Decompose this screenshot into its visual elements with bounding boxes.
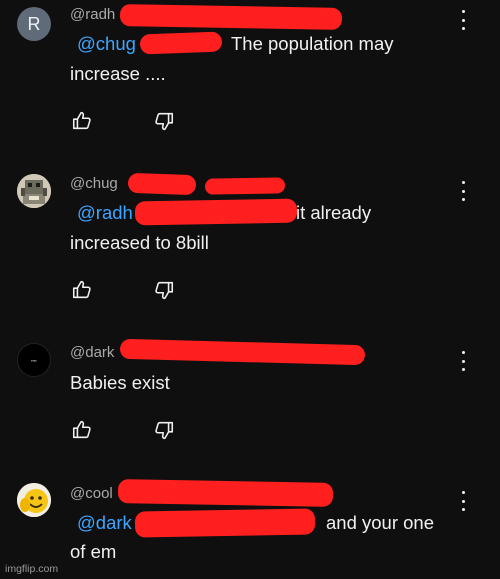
like-button[interactable]	[71, 419, 95, 443]
thumbs-up-icon	[72, 280, 91, 299]
avatar[interactable]	[17, 174, 51, 208]
more-options-button[interactable]	[455, 351, 471, 371]
comment-author-handle[interactable]: @dark	[70, 344, 114, 361]
avatar[interactable]: ▪▪▪▪	[17, 343, 51, 377]
dislike-button[interactable]	[153, 110, 177, 134]
redaction-mark	[134, 508, 316, 538]
mention-link[interactable]: @radh	[77, 202, 133, 223]
more-vertical-icon	[461, 491, 465, 494]
smiling-emoji-icon	[17, 483, 51, 517]
redaction-mark	[134, 198, 298, 226]
redaction-mark	[204, 177, 286, 195]
comment-text-line-2: increased to 8bill	[70, 232, 209, 253]
like-button[interactable]	[71, 279, 95, 303]
dislike-button[interactable]	[153, 279, 177, 303]
more-vertical-icon	[461, 181, 465, 184]
comment-text-continuation: it already	[296, 202, 372, 223]
avatar[interactable]	[17, 483, 51, 517]
more-vertical-icon	[461, 351, 465, 354]
comment-thread: R @radh @chug The population may increas…	[0, 0, 500, 579]
thumbs-down-icon	[155, 421, 174, 440]
watermark: imgflip.com	[5, 563, 59, 575]
pixel-art-avatar-icon	[17, 174, 51, 208]
avatar-letter: R	[27, 13, 41, 34]
comment-text-line-1: Babies exist	[70, 372, 170, 393]
more-options-button[interactable]	[455, 10, 471, 30]
comment-text-line-1: @chug	[70, 29, 136, 58]
avatar[interactable]: R	[17, 7, 51, 41]
more-options-button[interactable]	[455, 491, 471, 511]
redaction-mark	[119, 4, 343, 30]
comment-text-line-1: @dark	[70, 508, 132, 537]
dislike-button[interactable]	[153, 419, 177, 443]
comment-text-continuation: and your one	[326, 512, 435, 533]
mention-link[interactable]: @dark	[77, 512, 132, 533]
comment-text-continuation: The population may	[231, 33, 394, 54]
more-vertical-icon	[461, 10, 465, 13]
comment-author-handle[interactable]: @cool	[70, 485, 113, 502]
comment-author-handle[interactable]: @chug	[70, 175, 118, 192]
redaction-mark	[119, 338, 366, 366]
comment-author-handle[interactable]: @radh	[70, 6, 115, 23]
avatar-logo-mark: ▪▪▪▪	[31, 357, 37, 363]
comment-text-line-2: increase ....	[70, 63, 166, 84]
like-button[interactable]	[71, 110, 95, 134]
comment-text-line-2: of em	[70, 541, 117, 562]
more-options-button[interactable]	[455, 181, 471, 201]
redaction-mark	[139, 31, 223, 55]
thumbs-up-icon	[72, 420, 91, 439]
thumbs-up-icon	[72, 111, 91, 130]
comment-text-line-1: @radh	[70, 198, 133, 227]
mention-link[interactable]: @chug	[77, 33, 136, 54]
redaction-mark	[127, 172, 197, 196]
thumbs-down-icon	[155, 112, 174, 131]
thumbs-down-icon	[155, 281, 174, 300]
redaction-mark	[117, 479, 334, 507]
